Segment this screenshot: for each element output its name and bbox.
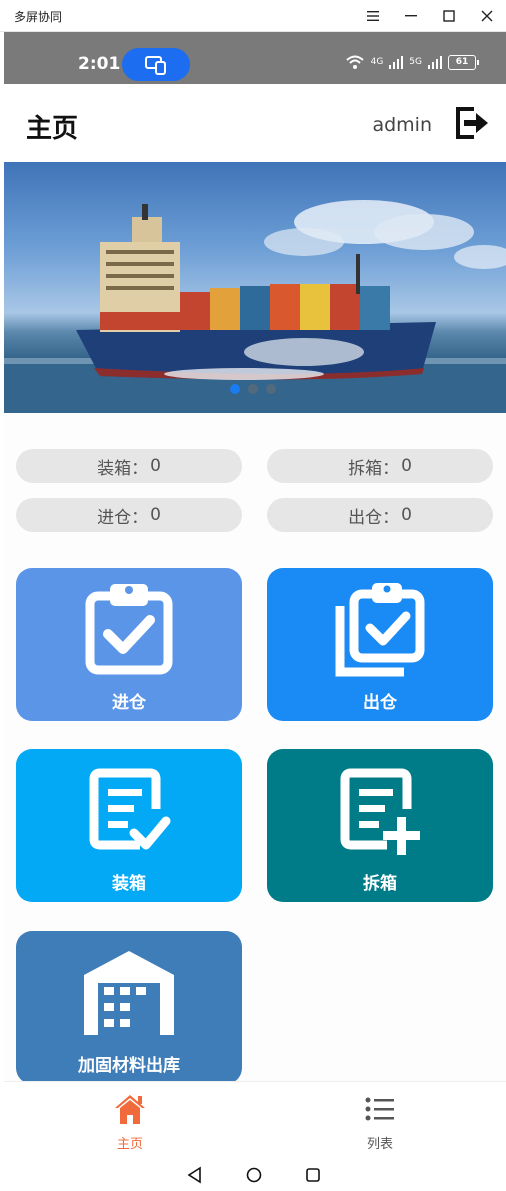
multiscreen-pill[interactable] [122, 48, 190, 81]
nav-label: 列表 [366, 1137, 393, 1152]
stat-value: 0 [401, 456, 412, 476]
home-icon [115, 1095, 145, 1124]
tile-packing[interactable]: 装箱 [16, 749, 242, 902]
system-nav-bar [4, 1160, 506, 1191]
bottom-nav: 主页 列表 [4, 1081, 506, 1161]
stat-warehouse-out: 出仓： 0 [267, 498, 493, 532]
close-button[interactable] [468, 0, 506, 32]
nav-list[interactable]: 列表 [340, 1090, 420, 1154]
tile-unpacking[interactable]: 拆箱 [267, 749, 493, 902]
carousel-dot[interactable] [230, 384, 240, 394]
logout-button[interactable] [454, 105, 490, 141]
back-button[interactable] [184, 1164, 206, 1186]
tile-label: 出仓 [363, 693, 397, 713]
stat-label: 装箱 [97, 458, 132, 479]
phone-screen: 2:01 4G 5G 61 主页 admin 装箱 ： 0 拆箱 ： 0 进仓 … [4, 32, 506, 1191]
stat-value: 0 [150, 505, 161, 525]
stat-sep: ： [131, 507, 149, 528]
tile-reinforcement-out[interactable]: 加固材料出库 [16, 931, 242, 1084]
tile-label: 拆箱 [363, 874, 397, 894]
home-button[interactable] [243, 1164, 265, 1186]
maximize-button[interactable] [430, 0, 468, 32]
page-title: 主页 [26, 114, 79, 144]
nav-home[interactable]: 主页 [90, 1090, 170, 1154]
stat-warehouse-in: 进仓： 0 [16, 498, 242, 532]
battery-level: 61 [455, 57, 469, 67]
tile-label: 加固材料出库 [78, 1056, 180, 1076]
back-triangle-icon [187, 1166, 201, 1184]
stat-packing: 装箱： 0 [16, 449, 242, 483]
carousel-dot[interactable] [266, 384, 276, 394]
menu-icon[interactable] [354, 0, 392, 32]
recents-square-icon [306, 1168, 320, 1182]
carousel-dot[interactable] [248, 384, 258, 394]
tile-label: 进仓 [112, 693, 146, 713]
clipboard-check-icon [84, 580, 174, 680]
battery-icon: 61 [448, 54, 479, 70]
banner-carousel[interactable] [4, 162, 506, 413]
stat-sep: ： [382, 458, 400, 479]
tile-warehouse-out[interactable]: 出仓 [267, 568, 493, 721]
home-circle-icon [246, 1167, 262, 1183]
list-icon [365, 1097, 394, 1121]
network-label-1: 4G [370, 57, 384, 67]
app-header: 主页 admin [4, 84, 506, 162]
stat-label: 进仓 [97, 507, 132, 528]
stat-unpacking: 拆箱： 0 [267, 449, 493, 483]
carousel-indicator [230, 384, 276, 394]
status-bar: 2:01 4G 5G 61 [4, 32, 506, 84]
logout-icon [456, 107, 488, 139]
window-title: 多屏协同 [14, 10, 63, 24]
multiscreen-icon [145, 55, 166, 75]
signal-icon [389, 56, 404, 69]
stat-sep: ： [131, 458, 149, 479]
stat-label: 出仓 [348, 507, 383, 528]
username-label: admin [372, 114, 432, 136]
recents-button[interactable] [302, 1164, 324, 1186]
document-check-icon [84, 761, 174, 861]
cargo-ship-image [4, 200, 506, 413]
stat-sep: ： [382, 507, 400, 528]
document-add-icon [335, 761, 425, 861]
clipboard-copy-check-icon [332, 580, 428, 684]
nav-label: 主页 [116, 1137, 143, 1152]
network-label-2: 5G [409, 57, 422, 67]
wifi-icon [345, 55, 364, 69]
stat-value: 0 [150, 456, 161, 476]
status-time: 2:01 [78, 54, 121, 74]
signal-icon [428, 56, 442, 69]
stat-value: 0 [401, 505, 412, 525]
tile-warehouse-in[interactable]: 进仓 [16, 568, 242, 721]
warehouse-icon [82, 943, 176, 1043]
minimize-button[interactable] [392, 0, 430, 32]
status-icons: 4G 5G 61 [345, 54, 479, 70]
stat-label: 拆箱 [348, 458, 383, 479]
tile-label: 装箱 [112, 874, 146, 894]
window-titlebar: 多屏协同 [0, 0, 506, 32]
